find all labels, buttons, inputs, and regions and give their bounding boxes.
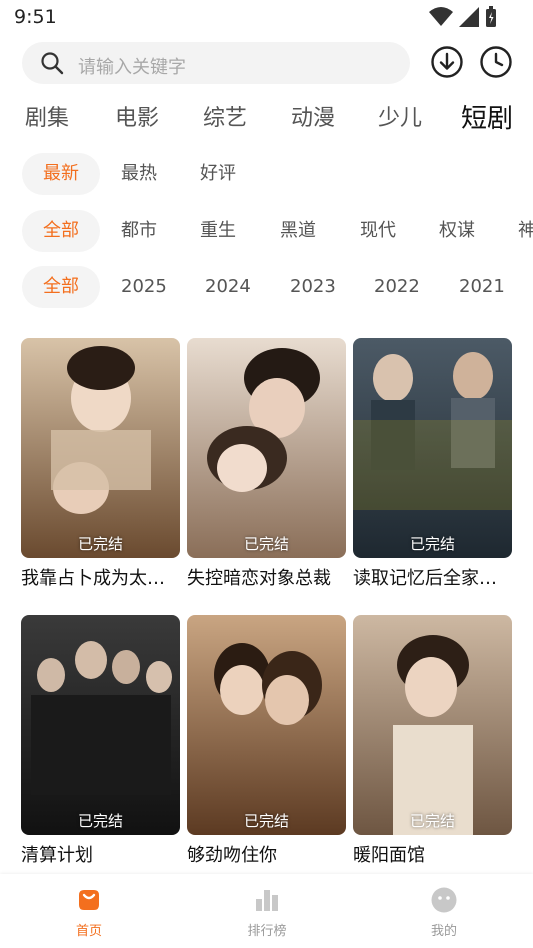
filter-hottest[interactable]: 最热 (121, 153, 157, 195)
card-title: 暖阳面馆 (353, 845, 425, 866)
status-badge: 已完结 (243, 812, 289, 830)
drama-card[interactable]: 已完结 够劲吻住你 (187, 615, 346, 867)
search-icon (41, 52, 64, 75)
nav-profile-label: 我的 (430, 924, 457, 939)
filter-latest[interactable]: 最新 (22, 153, 100, 195)
card-title: 失控暗恋对象总裁 (187, 568, 331, 589)
tab-series[interactable]: 剧集 (25, 100, 69, 132)
tab-movies[interactable]: 电影 (115, 100, 159, 132)
poster: 已完结 (187, 338, 346, 558)
status-bar: 9:51 (0, 0, 533, 36)
poster: 已完结 (21, 615, 180, 835)
year-2025[interactable]: 2025 (121, 266, 167, 308)
poster-image (187, 615, 346, 835)
history-icon[interactable] (479, 45, 513, 79)
card-title: 我靠占卜成为太子妃 (21, 568, 180, 589)
genre-modern[interactable]: 现代 (360, 210, 396, 252)
search-input[interactable]: 请输入关键字 (22, 42, 410, 84)
home-icon (79, 890, 99, 910)
year-filter-row: 全部 2025 2024 2023 2022 2021 (0, 266, 533, 310)
genre-urban[interactable]: 都市 (121, 210, 157, 252)
poster: 已完结 (353, 615, 512, 835)
tab-short-drama[interactable]: 短剧 (461, 98, 513, 135)
drama-card[interactable]: 已完结 清算计划 (21, 615, 180, 867)
signal-icon (459, 7, 479, 27)
tab-anime[interactable]: 动漫 (291, 100, 335, 132)
poster: 已完结 (21, 338, 180, 558)
drama-card[interactable]: 已完结 读取记忆后全家悔不当初 (353, 338, 512, 590)
nav-ranking[interactable]: 排行榜 (227, 886, 307, 939)
genre-filter-row: 全部 都市 重生 黑道 现代 权谋 神 (0, 210, 533, 254)
status-badge: 已完结 (77, 812, 123, 830)
battery-icon (486, 6, 496, 27)
genre-more-cut[interactable]: 神 (518, 210, 533, 252)
poster-image (21, 615, 180, 835)
poster: 已完结 (353, 338, 512, 558)
nav-home-label: 首页 (75, 924, 102, 939)
ranking-icon (256, 890, 278, 911)
status-time: 9:51 (14, 6, 57, 28)
category-tabs: 剧集 电影 综艺 动漫 少儿 短剧 (0, 100, 533, 140)
drama-card[interactable]: 已完结 我靠占卜成为太子妃 (21, 338, 180, 590)
genre-gangster[interactable]: 黑道 (280, 210, 316, 252)
year-2022[interactable]: 2022 (374, 266, 420, 308)
genre-rebirth[interactable]: 重生 (200, 210, 236, 252)
year-2024[interactable]: 2024 (205, 266, 251, 308)
filter-best-rated[interactable]: 好评 (200, 153, 236, 195)
status-icons (429, 6, 497, 28)
bottom-nav: 首页 排行榜 我的 (0, 874, 533, 948)
genre-intrigue[interactable]: 权谋 (439, 210, 475, 252)
poster: 已完结 (187, 615, 346, 835)
search-row: 请输入关键字 (0, 42, 533, 88)
tab-kids[interactable]: 少儿 (378, 100, 422, 132)
poster-image (353, 615, 512, 835)
status-badge: 已完结 (409, 535, 455, 553)
poster-image (187, 338, 346, 558)
drama-card[interactable]: 已完结 暖阳面馆 (353, 615, 512, 867)
genre-all[interactable]: 全部 (22, 210, 100, 252)
nav-ranking-label: 排行榜 (247, 924, 287, 939)
wifi-icon (429, 7, 453, 26)
search-placeholder: 请输入关键字 (78, 57, 186, 78)
poster-image (353, 338, 512, 558)
poster-image (21, 338, 180, 558)
card-title: 清算计划 (21, 845, 93, 866)
profile-icon (431, 887, 457, 913)
year-2023[interactable]: 2023 (290, 266, 336, 308)
status-badge: 已完结 (77, 535, 123, 553)
year-2021[interactable]: 2021 (459, 266, 505, 308)
status-badge: 已完结 (409, 812, 455, 830)
nav-profile[interactable]: 我的 (404, 886, 484, 939)
year-all[interactable]: 全部 (22, 266, 100, 308)
card-title: 读取记忆后全家悔不当初 (353, 568, 512, 589)
card-title: 够劲吻住你 (187, 845, 277, 866)
sort-filter-row: 最新 最热 好评 (0, 153, 533, 197)
tab-variety[interactable]: 综艺 (203, 100, 247, 132)
download-icon[interactable] (430, 45, 464, 79)
nav-home[interactable]: 首页 (49, 886, 129, 939)
drama-card[interactable]: 已完结 失控暗恋对象总裁 (187, 338, 346, 590)
status-badge: 已完结 (243, 535, 289, 553)
